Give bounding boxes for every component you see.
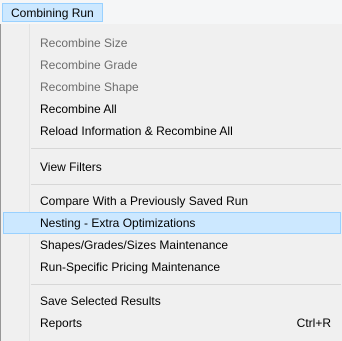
combining-run-dropdown: Recombine Size Recombine Grade Recombine… (0, 24, 342, 341)
menu-item-label: Reload Information & Recombine All (40, 124, 233, 138)
menu-item-nesting-extra-optimizations[interactable]: Nesting - Extra Optimizations (3, 212, 341, 234)
menu-item-label: Shapes/Grades/Sizes Maintenance (40, 238, 229, 252)
menu-item-label: Recombine All (40, 102, 117, 116)
menu-item-label: Run-Specific Pricing Maintenance (40, 260, 221, 274)
menu-item-label: Save Selected Results (40, 294, 161, 308)
menu-item-recombine-grade[interactable]: Recombine Grade (3, 54, 341, 76)
menu-item-compare-saved-run[interactable]: Compare With a Previously Saved Run (3, 190, 341, 212)
menu-item-run-specific-pricing-maintenance[interactable]: Run-Specific Pricing Maintenance (3, 256, 341, 278)
menu-item-recombine-shape[interactable]: Recombine Shape (3, 76, 341, 98)
menu-item-reload-recombine-all[interactable]: Reload Information & Recombine All (3, 120, 341, 142)
menu-item-save-selected-results[interactable]: Save Selected Results (3, 290, 341, 312)
menu-item-label: Nesting - Extra Optimizations (40, 216, 196, 230)
menu-item-recombine-all[interactable]: Recombine All (3, 98, 341, 120)
menu-separator (31, 184, 341, 185)
menu-bar: Combining Run (0, 0, 342, 24)
menu-separator (31, 148, 341, 149)
menu-item-view-filters[interactable]: View Filters (3, 156, 341, 178)
menu-combining-run[interactable]: Combining Run (2, 3, 103, 22)
menu-item-label: Recombine Shape (40, 80, 139, 94)
menu-item-label: Reports (40, 316, 83, 330)
menu-item-label: Recombine Size (40, 36, 128, 50)
menu-item-shortcut: Ctrl+R (296, 316, 331, 330)
menu-separator (31, 284, 341, 285)
menu-item-label: Recombine Grade (40, 58, 138, 72)
menu-item-reports[interactable]: Reports Ctrl+R (3, 312, 341, 334)
menu-item-label: View Filters (40, 160, 102, 174)
menu-item-label: Compare With a Previously Saved Run (40, 194, 249, 208)
menu-item-shapes-grades-sizes-maintenance[interactable]: Shapes/Grades/Sizes Maintenance (3, 234, 341, 256)
menu-item-recombine-size[interactable]: Recombine Size (3, 32, 341, 54)
